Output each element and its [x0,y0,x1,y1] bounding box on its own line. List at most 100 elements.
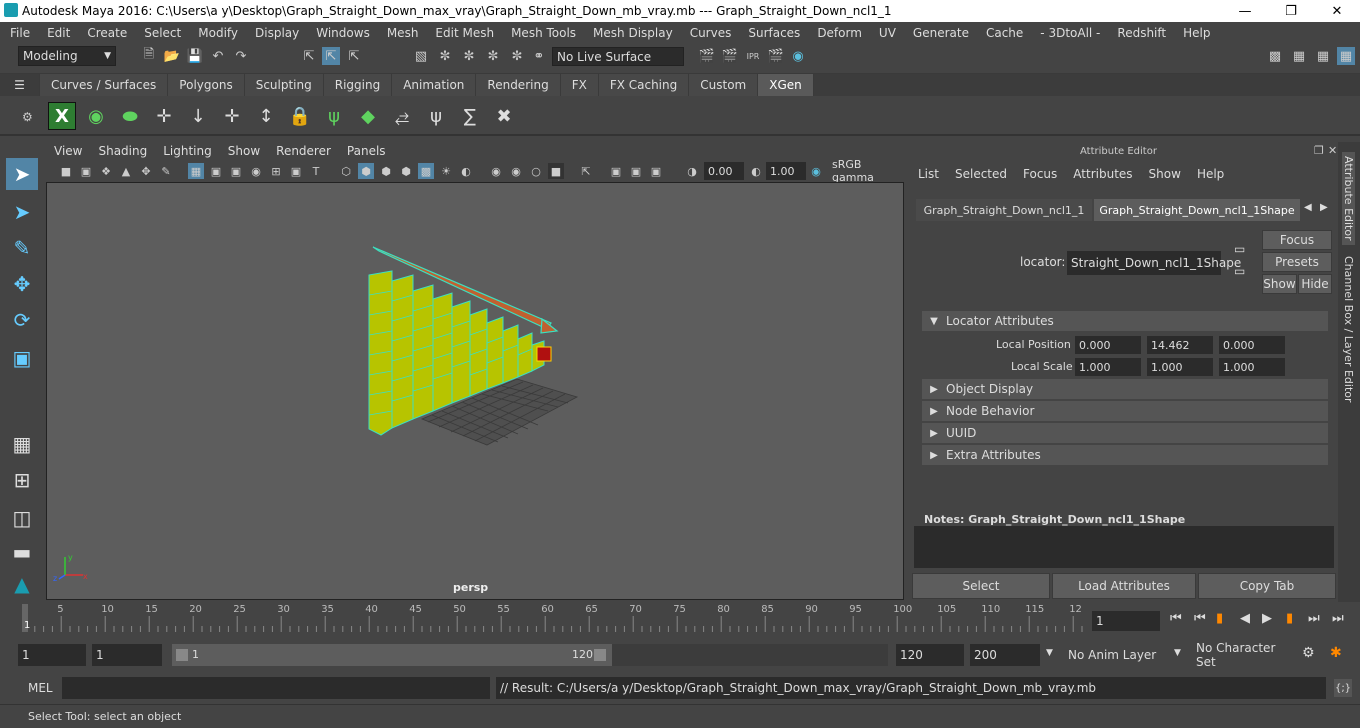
menu-create[interactable]: Create [77,26,134,40]
maximize-button[interactable]: ❐ [1268,0,1314,22]
ae-menu-focus[interactable]: Focus [1023,167,1057,181]
menu-3dtoall[interactable]: - 3DtoAll - [1030,26,1107,40]
film-gate-icon[interactable]: ▣ [208,163,224,179]
paint-select-icon[interactable]: ✎ [6,232,38,264]
step-forward-frame-icon[interactable]: ▮ [1286,611,1293,626]
select-button[interactable]: Select [912,573,1050,599]
layout-single-icon[interactable]: ▦ [6,428,38,460]
mel-label[interactable]: MEL [28,681,53,695]
script-editor-icon[interactable]: {;} [1334,679,1352,697]
tab-curves-surfaces[interactable]: Curves / Surfaces [40,74,169,96]
ae-menu-show[interactable]: Show [1149,167,1181,181]
tab-sculpting[interactable]: Sculpting [244,74,324,96]
vp-menu-view[interactable]: View [46,144,90,158]
color-management-icon[interactable]: ◉ [808,163,824,179]
vp-menu-renderer[interactable]: Renderer [268,144,339,158]
select-object-icon[interactable]: ⇱ [322,47,340,65]
snap-grid-icon[interactable]: ▧ [412,47,430,65]
snap-curve-icon[interactable]: ✼ [436,47,454,65]
tab-xgen[interactable]: XGen [758,74,814,96]
xgen-add-guide-icon[interactable]: ✛ [150,102,178,130]
local-position-z[interactable]: 0.000 [1219,336,1285,354]
float-panel-icon[interactable]: ❐ [1314,144,1324,157]
outliner-layout-icon[interactable]: ▬ [6,536,38,568]
shadows-icon[interactable]: ◐ [458,163,474,179]
side-tab-attribute-editor[interactable]: Attribute Editor [1342,152,1355,245]
local-scale-z[interactable]: 1.000 [1219,358,1285,376]
two-d-pan-icon[interactable]: ✥ [138,163,154,179]
toggle-tool-settings-icon[interactable]: ▦ [1314,47,1332,65]
extra-attributes-section[interactable]: ▶ Extra Attributes [922,445,1328,465]
menu-modify[interactable]: Modify [188,26,245,40]
tab-polygons[interactable]: Polygons [168,74,245,96]
playback-end-field[interactable]: 120 [896,644,964,666]
close-button[interactable]: ✕ [1314,0,1360,22]
open-scene-icon[interactable]: 📂 [163,47,181,65]
menu-edit-mesh[interactable]: Edit Mesh [425,26,501,40]
layout-four-icon[interactable]: ⊞ [6,464,38,496]
play-forwards-icon[interactable]: ▶ [1262,611,1272,626]
wireframe-icon[interactable]: ⬡ [338,163,354,179]
exposure-field[interactable]: 0.00 [704,162,744,180]
menu-generate[interactable]: Generate [903,26,976,40]
node-input-icon[interactable]: ▭ [1234,242,1245,256]
menu-mesh-display[interactable]: Mesh Display [583,26,680,40]
side-tab-channel-box[interactable]: Channel Box / Layer Editor [1342,256,1355,403]
xgen-delete-icon[interactable]: ✖ [490,102,518,130]
ae-menu-list[interactable]: List [918,167,939,181]
menu-deform[interactable]: Deform [807,26,869,40]
image-plane-icon[interactable]: ▲ [118,163,134,179]
xray-components-icon[interactable]: ▣ [648,163,664,179]
anti-alias-icon[interactable]: ○ [528,163,544,179]
menu-display[interactable]: Display [245,26,306,40]
tab-animation[interactable]: Animation [392,74,477,96]
node-output-icon[interactable]: ▭ [1234,264,1245,278]
xgen-edit-guide-icon[interactable]: ✛ [218,102,246,130]
camera-select-icon[interactable]: ■ [58,163,74,179]
workspace-icon[interactable]: ▩ [1266,47,1284,65]
ae-menu-help[interactable]: Help [1197,167,1224,181]
xgen-comb-icon[interactable]: ψ [422,102,450,130]
show-button[interactable]: Show [1262,274,1297,294]
gamma-icon[interactable]: ◐ [748,163,764,179]
toggle-channel-box-icon[interactable]: ▦ [1337,47,1355,65]
menu-windows[interactable]: Windows [306,26,377,40]
select-component-icon[interactable]: ⇱ [345,47,363,65]
vp-menu-show[interactable]: Show [220,144,268,158]
range-slider[interactable]: 1 120 [172,644,612,666]
notes-textarea[interactable] [914,526,1334,568]
tab-scroll-right-icon[interactable]: ▶ [1320,202,1328,213]
xgen-editor-icon[interactable]: X [48,102,76,130]
safe-title-icon[interactable]: T [308,163,324,179]
tab-rendering[interactable]: Rendering [476,74,561,96]
xgen-sculpt-icon[interactable]: ⥄ [388,102,416,130]
step-forward-key-icon[interactable]: ⏭ [1308,611,1320,626]
bookmark-icon[interactable]: ❖ [98,163,114,179]
ambient-occlusion-icon[interactable]: ◉ [488,163,504,179]
xgen-select-guide-icon[interactable]: ↕ [252,102,280,130]
select-tool-icon[interactable]: ➤ [6,158,38,190]
go-to-end-icon[interactable]: ⏭ [1332,611,1344,626]
node-behavior-section[interactable]: ▶ Node Behavior [922,401,1328,421]
local-position-y[interactable]: 14.462 [1147,336,1213,354]
resolution-gate-icon[interactable]: ▣ [228,163,244,179]
wireframe-on-shaded-icon[interactable]: ⬢ [378,163,394,179]
node-tab-transform[interactable]: Graph_Straight_Down_ncl1_1 [916,199,1092,221]
xray-joints-icon[interactable]: ▣ [628,163,644,179]
focus-button[interactable]: Focus [1262,230,1332,250]
undo-icon[interactable]: ↶ [209,47,227,65]
time-slider[interactable]: 5 10 15 20 25 30 35 40 45 50 55 60 65 70 75 80 85 90 95 100… [0,602,1360,636]
tab-scroll-left-icon[interactable]: ◀ [1304,202,1312,213]
local-scale-y[interactable]: 1.000 [1147,358,1213,376]
render-frame-icon[interactable]: 🎬 [721,47,739,65]
menu-redshift[interactable]: Redshift [1107,26,1173,40]
field-chart-icon[interactable]: ⊞ [268,163,284,179]
range-handle-end[interactable] [594,649,606,661]
playback-start-field[interactable]: 1 [92,644,162,666]
xgen-grass-icon[interactable]: ψ [320,102,348,130]
toggle-panels-icon[interactable]: ▦ [1290,47,1308,65]
copy-tab-button[interactable]: Copy Tab [1198,573,1336,599]
xgen-preview-icon[interactable]: ◉ [82,102,110,130]
camera-attr-icon[interactable]: ▣ [78,163,94,179]
lasso-tool-icon[interactable]: ➤ [6,196,38,228]
